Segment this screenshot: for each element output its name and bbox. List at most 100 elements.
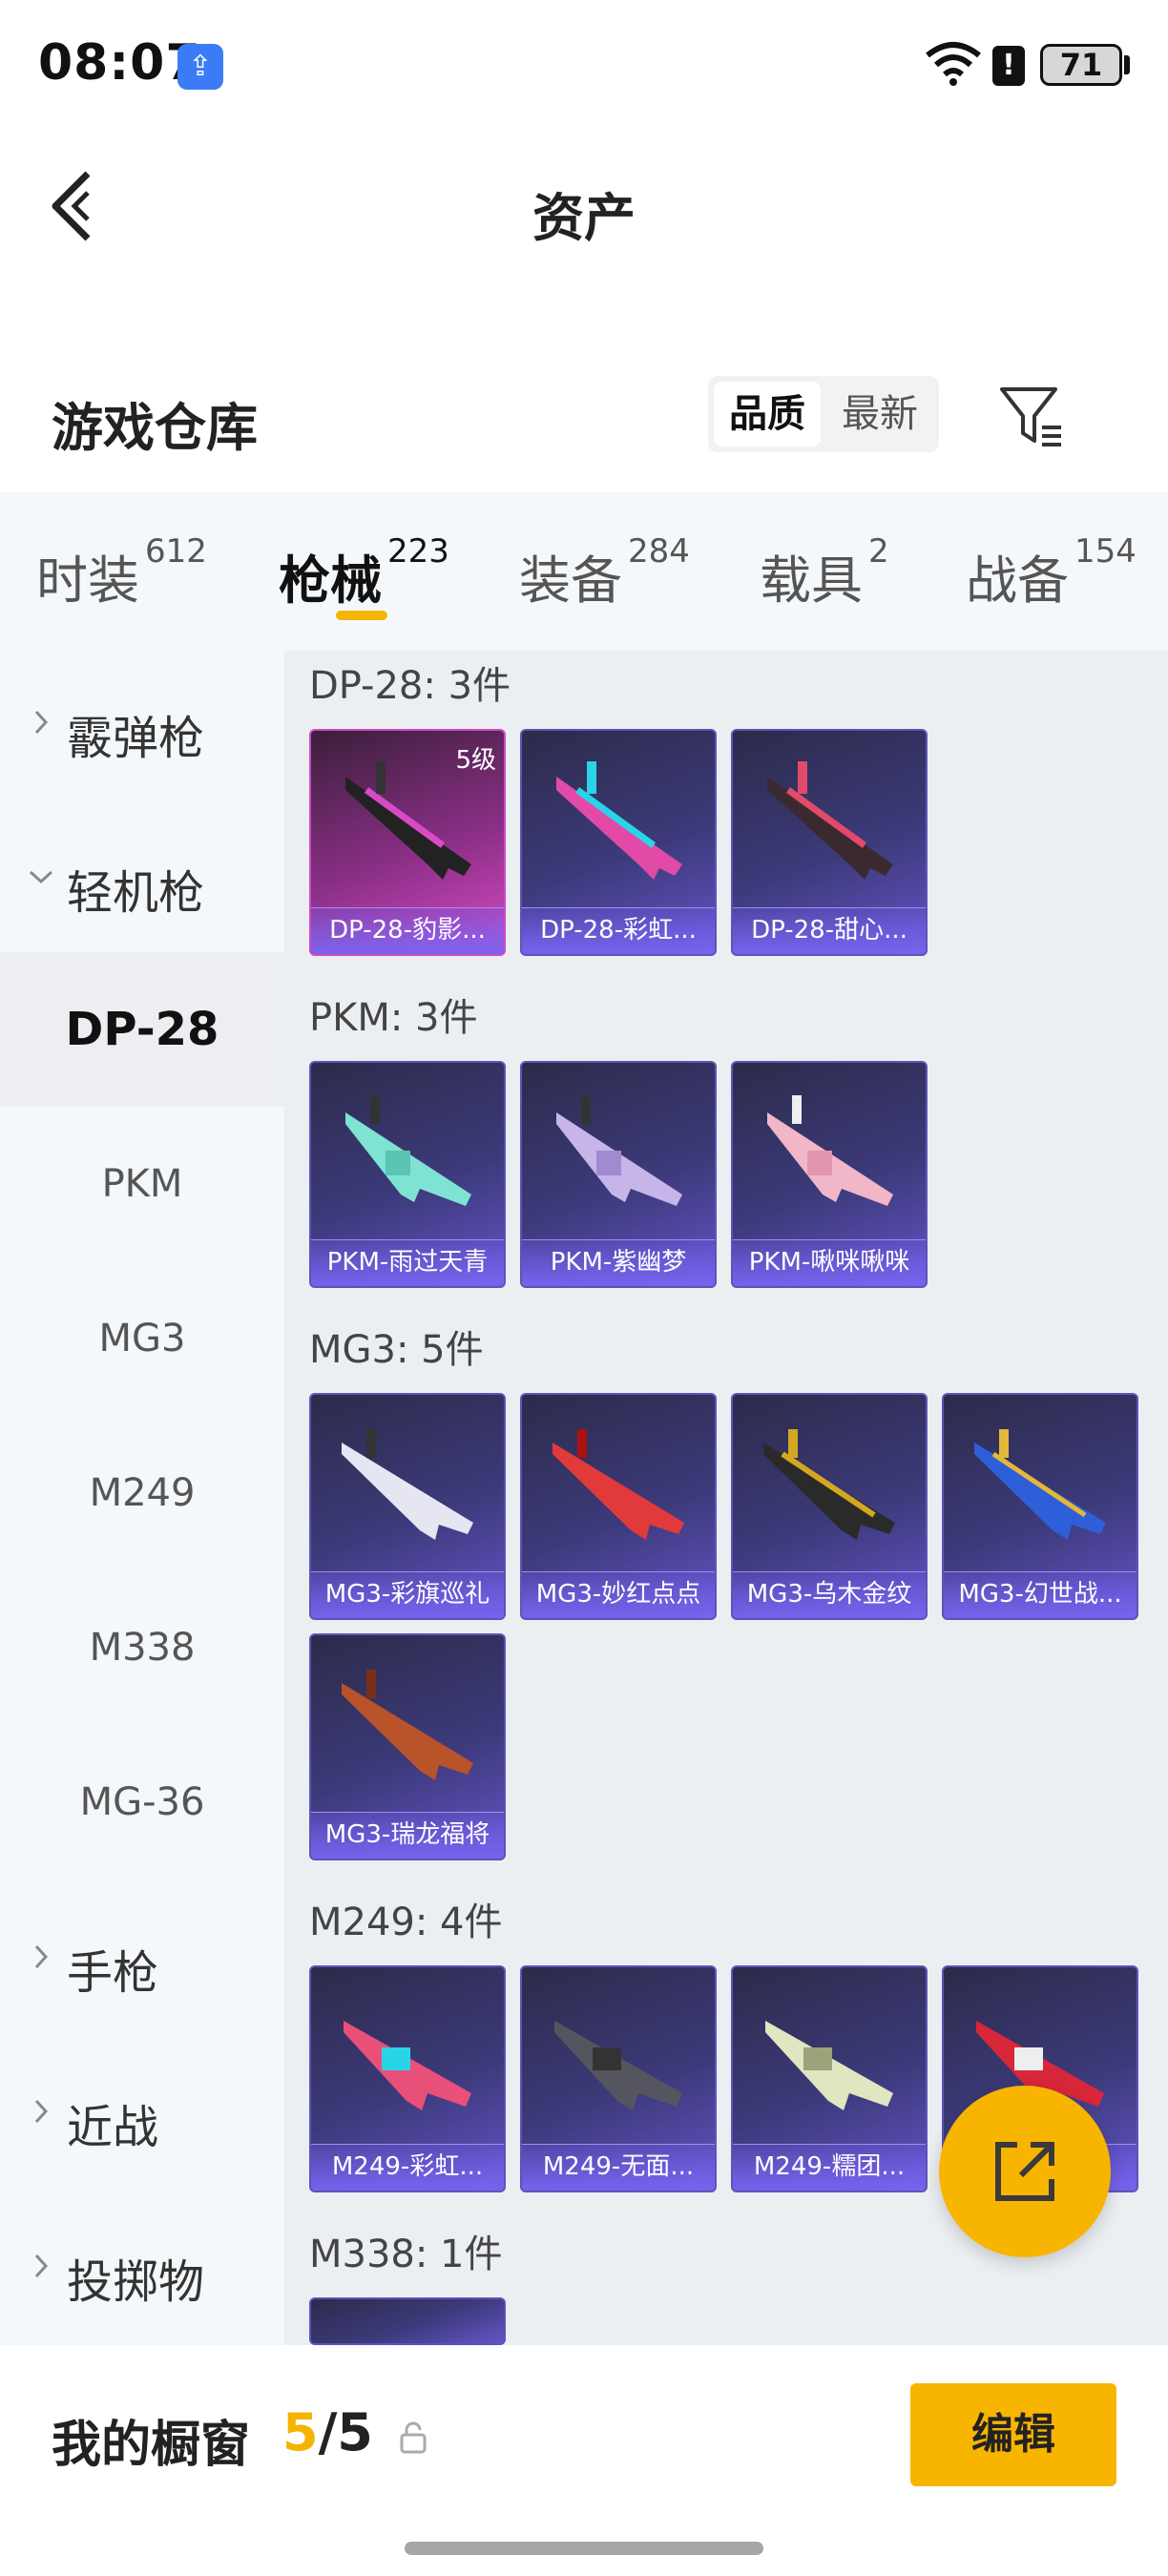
group-title-m249: M249: 4件 xyxy=(309,1901,503,1944)
sidebar-item-m338[interactable]: M338 xyxy=(0,1570,284,1725)
tab-supplies[interactable]: 战备 154 xyxy=(966,532,1137,613)
page-title: 资产 xyxy=(532,188,636,248)
skin-card[interactable]: 5级 DP-28-豹影... xyxy=(309,729,506,956)
lmg-skin-icon xyxy=(342,1670,473,1780)
sidebar-item-label: 霰弹枪 xyxy=(67,712,205,765)
skin-name: PKM-紫幽梦 xyxy=(522,1239,715,1286)
skin-name: MG3-幻世战... xyxy=(944,1571,1137,1618)
skin-card[interactable]: PKM-雨过天青 xyxy=(309,1061,506,1288)
battery-indicator: 71 xyxy=(1040,44,1122,86)
lock-icon xyxy=(400,2421,427,2454)
showcase-total: /5 xyxy=(318,2402,373,2462)
sidebar-item-mg3[interactable]: MG3 xyxy=(0,1261,284,1416)
sidebar-item-mg36[interactable]: MG-36 xyxy=(0,1725,284,1880)
group-title-mg3: MG3: 5件 xyxy=(309,1328,484,1372)
tab-count: 2 xyxy=(868,532,889,571)
skin-name: MG3-彩旗巡礼 xyxy=(311,1571,504,1618)
sidebar-item-pkm[interactable]: PKM xyxy=(0,1107,284,1261)
sort-newest-button[interactable]: 最新 xyxy=(826,382,933,447)
sidebar-item-throwables[interactable]: 投掷物 xyxy=(0,2194,284,2349)
lmg-skin-icon xyxy=(342,1429,473,1540)
battery-tip xyxy=(1124,55,1130,74)
weapon-sidebar: 霰弹枪 轻机枪 DP-28 PKM MG3 M249 M338 MG-36 手枪… xyxy=(0,651,284,2345)
skin-name: M249-彩虹... xyxy=(311,2144,504,2191)
skin-card[interactable]: MG3-妙红点点 xyxy=(520,1393,717,1620)
sidebar-item-dp28[interactable]: DP-28 xyxy=(0,952,284,1107)
sidebar-item-m249[interactable]: M249 xyxy=(0,1416,284,1570)
skin-card[interactable]: MG3-乌木金纹 xyxy=(731,1393,928,1620)
tab-label: 载具 xyxy=(760,551,863,611)
tab-count: 284 xyxy=(628,532,690,571)
skin-card[interactable]: MG3-彩旗巡礼 xyxy=(309,1393,506,1620)
chevron-right-icon xyxy=(34,1944,49,1969)
skin-name: DP-28-甜心... xyxy=(733,907,926,954)
skin-card[interactable]: DP-28-甜心... xyxy=(731,729,928,956)
level-badge: 5级 xyxy=(455,746,496,775)
app-notification-icon: ⇪ xyxy=(177,44,223,90)
group-title-pkm: PKM: 3件 xyxy=(309,996,478,1040)
lmg-skin-icon xyxy=(556,1095,682,1206)
battery-saver-icon: ! xyxy=(992,46,1025,86)
skin-card[interactable]: PKM-啾咪啾咪 xyxy=(731,1061,928,1288)
home-indicator[interactable] xyxy=(405,2542,763,2555)
skin-card[interactable]: MG3-瑞龙福将 xyxy=(309,1633,506,1860)
lmg-skin-icon xyxy=(765,2021,893,2110)
category-tabs: 时装 612 枪械 223 装备 284 载具 2 战备 154 xyxy=(0,492,1168,651)
lmg-skin-icon xyxy=(556,761,682,880)
status-bar: 08:07 ⇪ ! 71 xyxy=(0,0,1168,134)
lmg-skin-icon xyxy=(553,1429,684,1540)
active-tab-indicator xyxy=(336,611,387,620)
showcase-label: 我的橱窗 xyxy=(52,2417,251,2474)
skin-card[interactable]: M249-无面... xyxy=(520,1965,717,2192)
lmg-skin-icon xyxy=(767,761,893,880)
skin-name: M249-糯团... xyxy=(733,2144,926,2191)
sidebar-item-label: 轻机枪 xyxy=(67,866,205,920)
skin-card[interactable]: PKM-紫幽梦 xyxy=(520,1061,717,1288)
sort-toggle: 品质 最新 xyxy=(708,376,939,452)
group-title-dp28: DP-28: 3件 xyxy=(309,664,511,708)
lmg-skin-icon xyxy=(554,2021,682,2110)
chevron-right-icon xyxy=(34,710,49,735)
skin-card[interactable]: M249-彩虹... xyxy=(309,1965,506,2192)
skin-name: MG3-妙红点点 xyxy=(522,1571,715,1618)
tab-count: 154 xyxy=(1074,532,1137,571)
sidebar-item-melee[interactable]: 近战 xyxy=(0,2040,284,2194)
edit-button[interactable]: 编辑 xyxy=(910,2383,1116,2486)
skin-card[interactable]: MG3-幻世战... xyxy=(942,1393,1138,1620)
sidebar-item-shotgun[interactable]: 霰弹枪 xyxy=(0,651,284,805)
tab-vehicles[interactable]: 载具 2 xyxy=(760,532,889,613)
sidebar-item-label: 投掷物 xyxy=(67,2255,205,2309)
skin-card[interactable] xyxy=(309,2297,506,2345)
sort-quality-button[interactable]: 品质 xyxy=(714,382,821,447)
chevron-right-icon xyxy=(34,2099,49,2124)
tab-label: 装备 xyxy=(519,551,622,611)
showcase-current: 5 xyxy=(282,2402,319,2462)
tab-firearms[interactable]: 枪械 223 xyxy=(279,532,449,613)
chevron-down-icon xyxy=(29,870,53,884)
sidebar-item-pistol[interactable]: 手枪 xyxy=(0,1885,284,2040)
skin-name: PKM-啾咪啾咪 xyxy=(733,1239,926,1286)
chevron-right-icon xyxy=(34,2254,49,2278)
sidebar-item-label: 手枪 xyxy=(67,1946,159,2000)
share-fab[interactable] xyxy=(939,2086,1111,2257)
repository-title: 游戏仓库 xyxy=(52,398,258,458)
showcase-count: 5/5 xyxy=(282,2402,373,2462)
filter-icon[interactable] xyxy=(998,384,1065,450)
tab-fashion[interactable]: 时装 612 xyxy=(36,532,207,613)
tab-equipment[interactable]: 装备 284 xyxy=(519,532,690,613)
lmg-skin-icon xyxy=(763,1429,895,1540)
sidebar-item-label: 近战 xyxy=(67,2101,159,2154)
tab-count: 612 xyxy=(145,532,207,571)
skin-card[interactable]: DP-28-彩虹... xyxy=(520,729,717,956)
status-time: 08:07 xyxy=(38,34,201,92)
lmg-skin-icon xyxy=(767,1095,893,1206)
group-title-m338: M338: 1件 xyxy=(309,2233,503,2276)
skin-name: MG3-瑞龙福将 xyxy=(311,1812,504,1859)
skin-name: DP-28-豹影... xyxy=(311,907,504,954)
skin-card[interactable]: M249-糯团... xyxy=(731,1965,928,2192)
skin-name: MG3-乌木金纹 xyxy=(733,1571,926,1618)
sidebar-item-lmg[interactable]: 轻机枪 xyxy=(0,805,284,960)
nav-bar: 资产 xyxy=(0,134,1168,277)
tab-label: 时装 xyxy=(36,551,139,611)
skin-name: DP-28-彩虹... xyxy=(522,907,715,954)
